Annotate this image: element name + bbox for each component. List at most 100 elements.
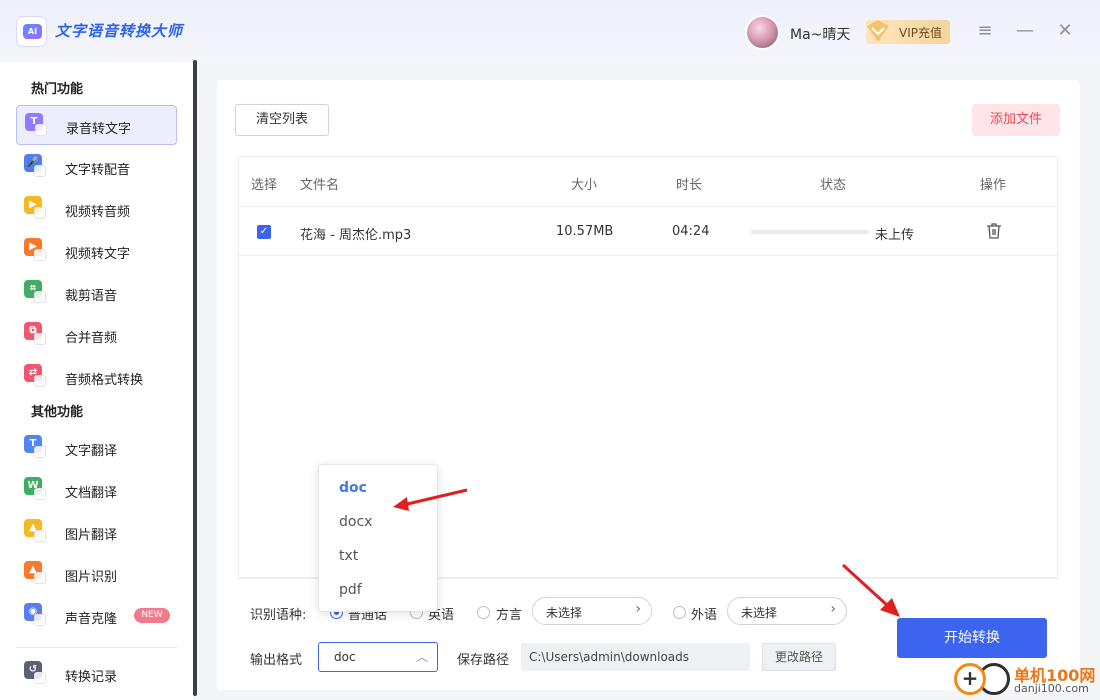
app-title: 文字语音转换大师	[55, 22, 184, 40]
feature-sub-icon	[34, 291, 46, 303]
feature-sub-icon	[34, 488, 46, 500]
radio-dialect[interactable]	[477, 606, 490, 619]
start-convert-button[interactable]: 开始转换	[897, 618, 1047, 658]
avatar[interactable]	[745, 15, 780, 50]
vip-crown-icon	[867, 20, 889, 42]
sidebar-hot-item-5[interactable]: ⧉ 合并音频	[16, 315, 177, 355]
sidebar-item-label: 视频转文字	[65, 247, 131, 262]
format-option-pdf[interactable]: pdf	[339, 582, 362, 598]
sidebar-other-item-4[interactable]: ◉ 声音克隆 NEW	[16, 596, 177, 636]
add-file-button[interactable]: 添加文件	[972, 104, 1060, 136]
sidebar-item-label: 视频转音频	[65, 205, 131, 220]
sidebar-divider	[16, 647, 177, 648]
foreign-select[interactable]: 未选择 ›	[727, 597, 847, 625]
watermark-url: danji100.com	[1014, 682, 1089, 695]
table-row: ✓ 花海 - 周杰伦.mp3 10.57MB 04:24 未上传	[239, 207, 1057, 256]
header-filename: 文件名	[300, 178, 340, 193]
sidebar-item-label: 文档翻译	[65, 486, 118, 501]
feature-sub-icon	[34, 375, 46, 387]
sidebar-scrollbar[interactable]	[193, 60, 197, 696]
sidebar-hot-item-1[interactable]: 🎤 文字转配音	[16, 147, 177, 187]
annotation-arrow-doc	[393, 488, 468, 511]
output-format-select[interactable]: doc ︿	[318, 642, 438, 672]
file-name: 花海 - 周杰伦.mp3	[300, 228, 412, 243]
close-icon[interactable]: ✕	[1052, 18, 1078, 44]
header-action: 操作	[980, 178, 1007, 193]
vip-label: VIP充值	[899, 26, 942, 40]
sidebar-other-item-1[interactable]: W 文档翻译	[16, 470, 177, 510]
sidebar-item-label: 声音克隆	[65, 612, 118, 627]
menu-icon[interactable]: ≡	[972, 18, 998, 44]
sidebar-other-item-2[interactable]: ▲ 图片翻译	[16, 512, 177, 552]
row-checkbox[interactable]: ✓	[257, 225, 271, 239]
save-path-value: C:\Users\admin\downloads	[529, 650, 690, 664]
save-path-field[interactable]: C:\Users\admin\downloads	[521, 643, 750, 671]
watermark: + 单机100网 danji100.com	[952, 660, 1100, 700]
file-duration: 04:24	[672, 224, 710, 239]
watermark-plus-icon: +	[954, 663, 986, 695]
sidebar-other-item-0[interactable]: T 文字翻译	[16, 428, 177, 468]
chevron-up-icon: ︿	[415, 650, 428, 664]
dialect-select[interactable]: 未选择 ›	[532, 597, 652, 625]
dialect-label: 方言	[496, 608, 523, 623]
sidebar-item-history[interactable]: ↺ 转换记录	[16, 654, 177, 694]
table-header: 选择 文件名 大小 时长 状态 操作	[239, 157, 1057, 207]
title-bar: AI 文字语音转换大师 Ma~晴天 VIP充值 ≡ — ✕	[0, 0, 1100, 62]
feature-sub-icon	[34, 614, 46, 626]
username[interactable]: Ma~晴天	[790, 24, 850, 44]
sidebar-item-label: 转换记录	[65, 670, 118, 685]
upload-progress-bar	[751, 230, 869, 234]
header-select: 选择	[251, 178, 278, 193]
sidebar-item-label: 文字转配音	[65, 163, 131, 178]
sidebar-hot-item-6[interactable]: ⇄ 音频格式转换	[16, 357, 177, 397]
sidebar-item-label: 文字翻译	[65, 444, 118, 459]
header-size: 大小	[571, 178, 598, 193]
delete-icon[interactable]	[986, 222, 1002, 240]
sidebar-hot-item-0[interactable]: T 录音转文字	[16, 105, 177, 145]
app-logo: AI	[16, 16, 47, 47]
foreign-label: 外语	[691, 608, 718, 623]
sidebar-hot-item-3[interactable]: ▶ 视频转文字	[16, 231, 177, 271]
feature-sub-icon	[34, 207, 46, 219]
clear-list-button[interactable]: 清空列表	[235, 104, 329, 136]
sidebar: 热门功能 T 录音转文字 🎤 文字转配音 ▶ 视频转音频 ▶ 视频转文字 ⌗ 裁剪语音 ⧉ 合并音频 ⇄…	[0, 62, 193, 700]
feature-sub-icon	[34, 333, 46, 345]
feature-sub-icon	[34, 249, 46, 261]
feature-sub-icon	[34, 446, 46, 458]
radio-foreign[interactable]	[673, 606, 686, 619]
header-status: 状态	[820, 178, 847, 193]
format-option-docx[interactable]: docx	[339, 514, 372, 530]
file-status: 未上传	[875, 228, 915, 243]
sidebar-item-label: 音频格式转换	[65, 373, 144, 388]
format-option-txt[interactable]: txt	[339, 548, 358, 564]
annotation-arrow-start	[841, 563, 900, 617]
sidebar-item-label: 图片翻译	[65, 528, 118, 543]
format-option-doc[interactable]: doc	[339, 480, 367, 496]
minimize-icon[interactable]: —	[1012, 18, 1038, 44]
chevron-right-icon: ›	[830, 601, 836, 617]
sidebar-item-label: 合并音频	[65, 331, 118, 346]
output-format-label: 输出格式	[250, 653, 303, 668]
sidebar-other-item-3[interactable]: ▲ 图片识别	[16, 554, 177, 594]
vip-recharge-button[interactable]: VIP充值	[866, 20, 950, 44]
new-badge: NEW	[134, 608, 170, 623]
sidebar-hot-item-2[interactable]: ▶ 视频转音频	[16, 189, 177, 229]
feature-sub-icon	[34, 165, 46, 177]
sidebar-item-label: 裁剪语音	[65, 289, 118, 304]
sidebar-item-label: 图片识别	[65, 570, 118, 585]
foreign-select-value: 未选择	[741, 606, 778, 620]
dialect-select-value: 未选择	[546, 606, 583, 620]
history-sub-icon	[34, 672, 46, 684]
file-size: 10.57MB	[556, 224, 614, 239]
sidebar-hot-item-4[interactable]: ⌗ 裁剪语音	[16, 273, 177, 313]
language-label: 识别语种:	[250, 608, 307, 623]
hot-features-title: 热门功能	[31, 82, 84, 97]
logo-mark: AI	[23, 24, 42, 39]
sidebar-item-label: 录音转文字	[66, 122, 132, 137]
feature-sub-icon	[34, 572, 46, 584]
feature-sub-icon	[35, 124, 47, 136]
change-path-button[interactable]: 更改路径	[762, 643, 836, 671]
other-features-title: 其他功能	[31, 405, 84, 420]
header-duration: 时长	[676, 178, 703, 193]
feature-sub-icon	[34, 530, 46, 542]
